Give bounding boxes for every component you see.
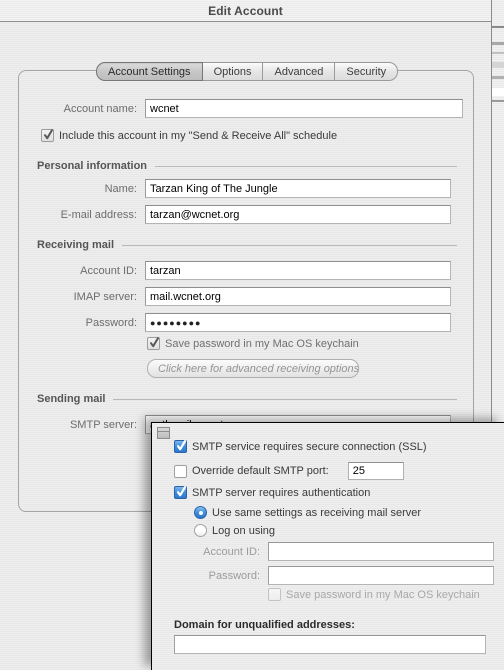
- section-rule: [122, 244, 457, 246]
- tab-bar: Account Settings Options Advanced Securi…: [96, 62, 399, 81]
- tab-account-settings-label: Account Settings: [108, 65, 191, 78]
- smtp-port-input[interactable]: 25: [347, 462, 404, 480]
- section-rule: [155, 165, 457, 167]
- smtp-ssl-label: SMTP service requires secure connection …: [192, 440, 427, 453]
- imap-server-input[interactable]: mail.wcnet.org: [145, 287, 451, 306]
- smtp-ssl-checkbox[interactable]: [174, 440, 187, 453]
- tab-advanced-label: Advanced: [274, 65, 324, 78]
- sending-mail-section: Sending mail: [37, 393, 457, 405]
- receiving-account-id-label: Account ID:: [80, 264, 137, 277]
- receiving-password-label: Password:: [85, 316, 137, 329]
- tab-options-label: Options: [213, 65, 252, 78]
- section-rule: [113, 398, 457, 400]
- personal-name-label: Name:: [104, 182, 137, 195]
- smtp-radio-same-settings-label: Use same settings as receiving mail serv…: [212, 506, 422, 519]
- include-schedule-label: Include this account in my "Send & Recei…: [59, 129, 338, 142]
- receiving-password-input[interactable]: ●●●●●●●●: [145, 313, 451, 332]
- window-titlebar[interactable]: Edit Account: [0, 0, 491, 22]
- smtp-keychain-checkbox[interactable]: [268, 588, 281, 601]
- advanced-receiving-options-label: Click here for advanced receiving option…: [158, 362, 360, 375]
- smtp-requires-auth-checkbox[interactable]: [174, 486, 187, 499]
- tab-options[interactable]: Options: [202, 62, 264, 81]
- smtp-domain-label: Domain for unqualified addresses:: [174, 619, 355, 631]
- checkmark-icon: [177, 486, 186, 498]
- smtp-password-label: Password:: [208, 569, 260, 582]
- email-address-label: E-mail address:: [60, 208, 137, 221]
- receiving-account-id-input[interactable]: tarzan: [145, 261, 451, 280]
- email-address-row: E-mail address: tarzan@wcnet.org: [19, 205, 451, 224]
- receiving-keychain-checkbox[interactable]: [147, 337, 160, 350]
- smtp-radio-log-on-label: Log on using: [212, 524, 275, 537]
- smtp-keychain-label: Save password in my Mac OS keychain: [286, 588, 480, 601]
- collapse-widget-icon[interactable]: [157, 427, 170, 439]
- smtp-requires-auth-row[interactable]: SMTP server requires authentication: [174, 486, 370, 499]
- smtp-radio-log-on-row[interactable]: Log on using: [194, 524, 275, 537]
- smtp-options-sheet: SMTP service requires secure connection …: [151, 422, 504, 670]
- smtp-keychain-row[interactable]: Save password in my Mac OS keychain: [268, 588, 480, 601]
- checkmark-icon: [44, 129, 53, 141]
- smtp-override-port-checkbox[interactable]: [174, 464, 187, 478]
- advanced-receiving-options-button[interactable]: Click here for advanced receiving option…: [147, 359, 359, 378]
- receiving-keychain-label: Save password in my Mac OS keychain: [165, 337, 359, 350]
- include-schedule-checkbox[interactable]: [41, 129, 54, 142]
- tab-advanced[interactable]: Advanced: [263, 62, 336, 81]
- tab-security-label: Security: [346, 65, 387, 78]
- personal-name-input[interactable]: Tarzan King of The Jungle: [145, 179, 451, 198]
- receiving-account-id-row: Account ID: tarzan: [19, 261, 451, 280]
- smtp-password-row: Password:: [152, 566, 494, 585]
- account-name-row: Account name: wcnet: [19, 99, 463, 118]
- smtp-radio-same-settings-row[interactable]: Use same settings as receiving mail serv…: [194, 506, 421, 519]
- receiving-mail-title: Receiving mail: [37, 239, 115, 251]
- personal-name-row: Name: Tarzan King of The Jungle: [19, 179, 451, 198]
- receiving-keychain-row[interactable]: Save password in my Mac OS keychain: [147, 337, 359, 350]
- account-name-label: Account name:: [63, 102, 137, 115]
- personal-information-section: Personal information: [37, 160, 457, 172]
- personal-information-title: Personal information: [37, 160, 148, 172]
- account-name-input[interactable]: wcnet: [145, 99, 463, 118]
- smtp-domain-input[interactable]: [174, 635, 486, 654]
- receiving-mail-section: Receiving mail: [37, 239, 457, 251]
- smtp-account-id-label: Account ID:: [203, 545, 260, 558]
- smtp-override-port-label: Override default SMTP port:: [192, 465, 329, 477]
- checkmark-icon: [177, 440, 186, 452]
- email-address-input[interactable]: tarzan@wcnet.org: [145, 205, 451, 224]
- imap-server-label: IMAP server:: [73, 290, 137, 303]
- tab-security[interactable]: Security: [335, 62, 399, 81]
- imap-server-row: IMAP server: mail.wcnet.org: [19, 287, 451, 306]
- window-title: Edit Account: [208, 3, 283, 18]
- tab-account-settings[interactable]: Account Settings: [96, 62, 203, 81]
- smtp-server-label: SMTP server:: [69, 418, 137, 431]
- smtp-requires-auth-label: SMTP server requires authentication: [192, 486, 371, 499]
- smtp-account-id-row: Account ID:: [152, 542, 494, 561]
- smtp-password-input[interactable]: [268, 566, 494, 585]
- smtp-radio-log-on[interactable]: [194, 524, 207, 537]
- include-schedule-row[interactable]: Include this account in my "Send & Recei…: [41, 129, 337, 142]
- smtp-radio-same-settings[interactable]: [194, 506, 207, 519]
- smtp-ssl-row[interactable]: SMTP service requires secure connection …: [174, 440, 427, 453]
- smtp-account-id-input[interactable]: [268, 542, 494, 561]
- checkmark-icon: [150, 337, 159, 349]
- smtp-override-port-row[interactable]: Override default SMTP port: 25: [174, 462, 404, 480]
- receiving-password-row: Password: ●●●●●●●●: [19, 313, 451, 332]
- sending-mail-title: Sending mail: [37, 393, 106, 405]
